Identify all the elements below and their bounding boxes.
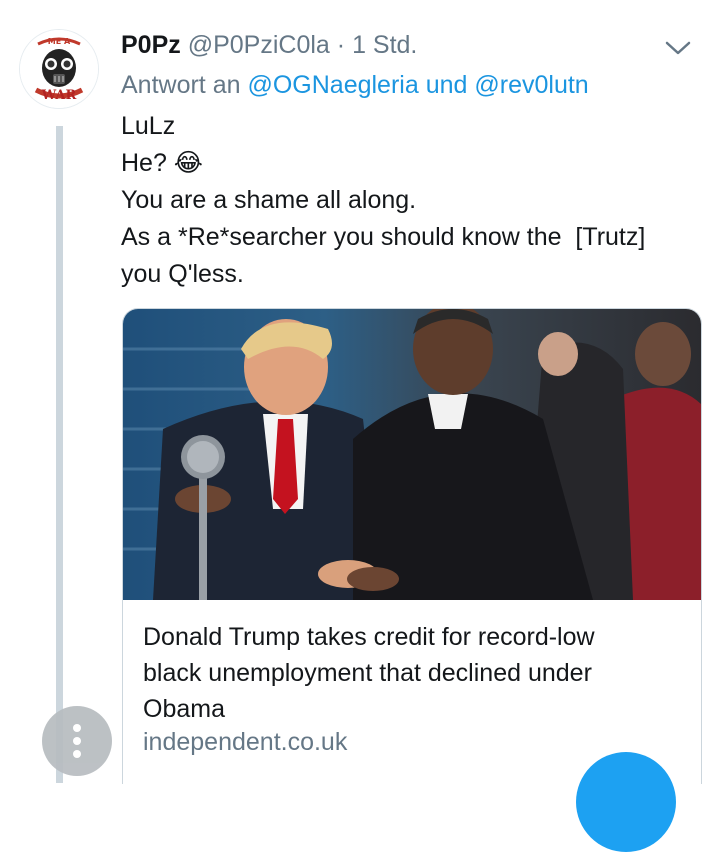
avatar[interactable]: ME A WAR <box>20 30 98 108</box>
reply-conjunction: und <box>425 71 468 99</box>
card-title-line: Donald Trump takes credit for record-low <box>143 623 595 651</box>
thread-line <box>56 126 63 783</box>
reply-user-link[interactable]: @OGNaegleria <box>247 71 418 99</box>
reply-prefix: Antwort an <box>121 71 241 99</box>
chevron-down-icon[interactable] <box>664 38 692 58</box>
link-card[interactable]: Donald Trump takes credit for record-low… <box>122 308 702 784</box>
reply-context: Antwort an @OGNaegleria und @rev0lutn <box>121 70 589 100</box>
tweet-header: P0Pz @P0PziC0la · 1 Std. <box>121 28 700 68</box>
reply-user-link[interactable]: @rev0lutn <box>474 71 588 99</box>
card-title-line: black unemployment that declined under <box>143 659 592 687</box>
card-title-line: Obama <box>143 695 225 723</box>
separator: · <box>336 31 346 59</box>
timestamp[interactable]: 1 Std. <box>352 31 417 59</box>
tweet-text: LuLz He? 😂 You are a shame all along. As… <box>121 108 711 293</box>
tweet-line: You are a shame all along. <box>121 186 417 214</box>
compose-fab-icon[interactable] <box>576 752 676 852</box>
tweet-line: LuLz <box>121 112 176 140</box>
card-photo <box>123 309 701 600</box>
card-title[interactable]: Donald Trump takes credit for record-low… <box>143 619 683 727</box>
card-domain[interactable]: independent.co.uk <box>143 727 347 757</box>
gas-mask-logo-icon: ME A WAR <box>20 30 98 108</box>
more-vertical-icon[interactable] <box>42 706 112 776</box>
avatar-text-bottom: WAR <box>41 88 77 103</box>
display-name[interactable]: P0Pz <box>121 31 181 59</box>
tweet-line: you Q'less. <box>121 260 244 288</box>
handle[interactable]: @P0PziC0la <box>188 31 330 59</box>
tweet-line: As a *Re*searcher you should know the [T… <box>121 223 646 251</box>
avatar-text-top: ME A <box>48 37 71 46</box>
tweet-line: He? 😂 <box>121 149 204 177</box>
